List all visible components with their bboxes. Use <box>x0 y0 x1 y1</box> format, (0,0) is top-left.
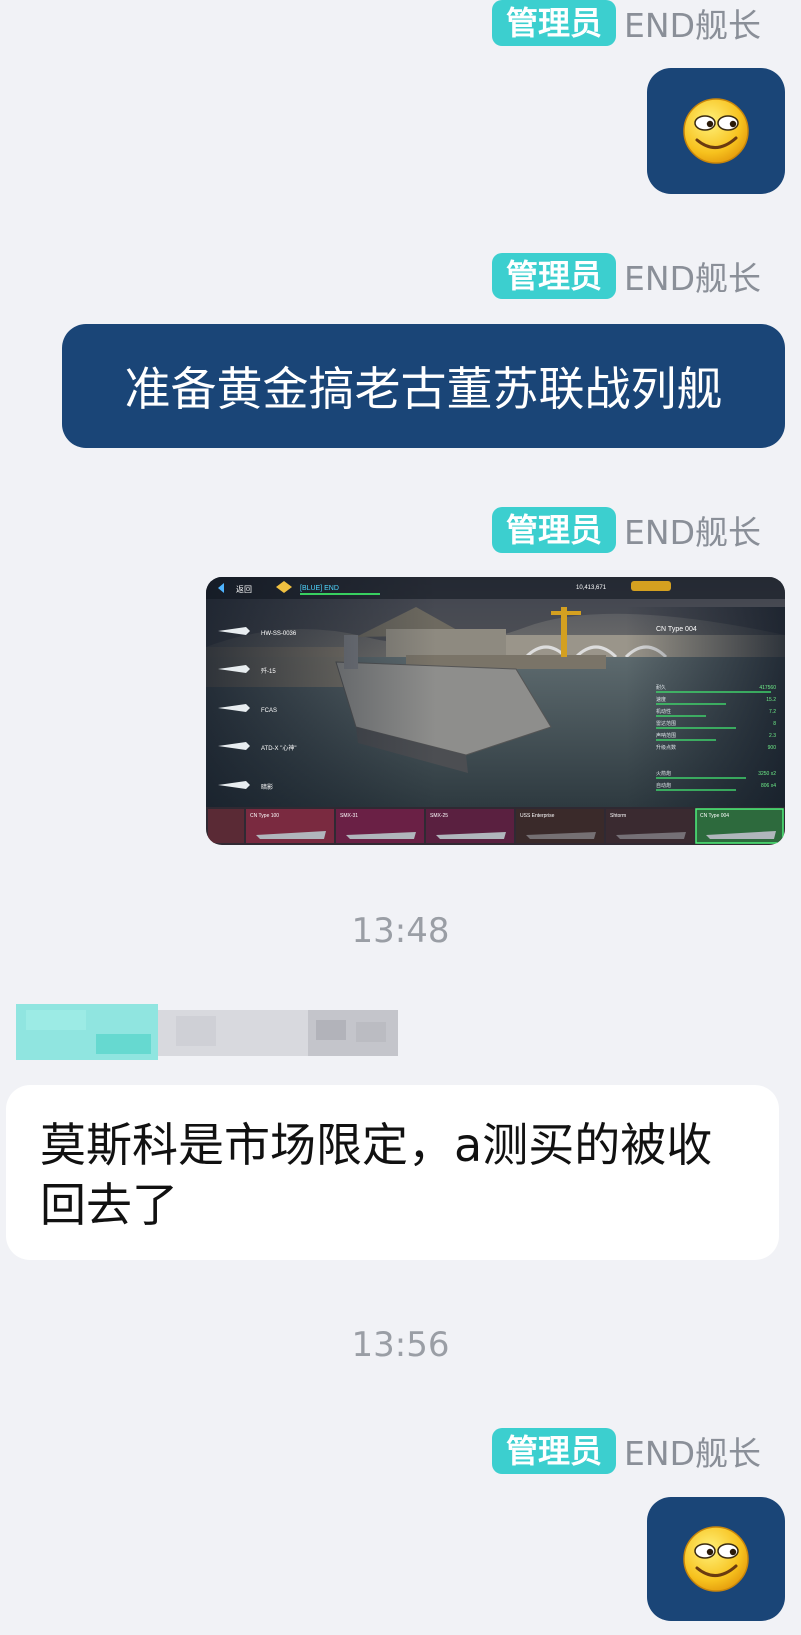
svg-text:HW-SS-0036: HW-SS-0036 <box>261 631 297 637</box>
svg-text:15.2: 15.2 <box>766 697 776 703</box>
message-bubble-emoji[interactable] <box>647 1497 785 1621</box>
svg-text:7.2: 7.2 <box>769 709 776 715</box>
game-score: 10,413,671 <box>576 585 607 591</box>
svg-text:暗影: 暗影 <box>261 783 273 791</box>
game-back-label: 返回 <box>236 585 252 594</box>
svg-text:806 x4: 806 x4 <box>761 783 776 789</box>
svg-text:3250 x2: 3250 x2 <box>758 771 776 777</box>
svg-text:自动炮: 自动炮 <box>656 782 671 789</box>
sender-name[interactable]: END舰长 <box>624 252 761 300</box>
redacted-name-blur <box>16 1004 398 1060</box>
sender-header: 管理员 END舰长 <box>492 253 761 299</box>
svg-text:USS Enterprise: USS Enterprise <box>520 813 555 819</box>
chat-view: 管理员 END舰长 管理员 END舰长 准备黄金搞老古董苏联战列舰 管理员 EN… <box>0 0 801 1635</box>
svg-text:速度: 速度 <box>656 696 666 703</box>
svg-text:机动性: 机动性 <box>656 708 671 715</box>
svg-text:CN Type 004: CN Type 004 <box>700 813 729 819</box>
timestamp-divider: 13:56 <box>351 1325 450 1365</box>
game-player-tag: [BLUE] END <box>300 585 339 592</box>
admin-badge: 管理员 <box>492 0 617 46</box>
game-screenshot: 返回 [BLUE] END 10,413,671 CN Type 004 耐久 … <box>206 577 785 845</box>
svg-text:FCAS: FCAS <box>261 708 277 714</box>
svg-text:Shtorm: Shtorm <box>610 813 626 819</box>
svg-text:火箭炮: 火箭炮 <box>656 770 671 777</box>
svg-text:8: 8 <box>773 721 776 727</box>
smirk-face-emoji-icon <box>683 1526 749 1592</box>
svg-text:ATD-X "心神": ATD-X "心神" <box>261 744 296 752</box>
message-bubble-text[interactable]: 准备黄金搞老古董苏联战列舰 <box>62 324 785 448</box>
sender-name[interactable]: END舰长 <box>624 1427 761 1475</box>
svg-text:耐久: 耐久 <box>656 684 666 691</box>
admin-badge: 管理员 <box>492 507 617 553</box>
svg-text:417560: 417560 <box>759 685 776 691</box>
svg-text:雷达范围: 雷达范围 <box>656 720 676 727</box>
message-bubble-emoji[interactable] <box>647 68 785 194</box>
admin-badge: 管理员 <box>492 1428 617 1474</box>
admin-badge: 管理员 <box>492 253 617 299</box>
sender-header: 管理员 END舰长 <box>492 507 761 553</box>
sender-name[interactable]: END舰长 <box>624 0 761 47</box>
svg-text:SMX-31: SMX-31 <box>340 813 358 819</box>
timestamp-divider: 13:48 <box>351 911 450 951</box>
sender-header: 管理员 END舰长 <box>492 0 761 46</box>
message-bubble-incoming[interactable]: 莫斯科是市场限定，a测买的被收回去了 <box>6 1085 779 1260</box>
sender-name[interactable]: END舰长 <box>624 506 761 554</box>
svg-text:SMX-25: SMX-25 <box>430 813 448 819</box>
svg-text:歼-15: 歼-15 <box>261 667 276 675</box>
svg-text:升级点数: 升级点数 <box>656 744 676 751</box>
svg-text:声呐范围: 声呐范围 <box>656 732 676 739</box>
game-ship-title: CN Type 004 <box>656 626 697 633</box>
svg-text:CN Type 100: CN Type 100 <box>250 813 279 819</box>
sender-header: 管理员 END舰长 <box>492 1428 761 1474</box>
svg-text:900: 900 <box>768 745 777 751</box>
message-image-game-screenshot[interactable]: 返回 [BLUE] END 10,413,671 CN Type 004 耐久 … <box>206 577 785 845</box>
smirk-face-emoji-icon <box>683 98 749 164</box>
svg-text:2.3: 2.3 <box>769 733 776 739</box>
incoming-sender-name-blurred <box>16 1004 411 1060</box>
